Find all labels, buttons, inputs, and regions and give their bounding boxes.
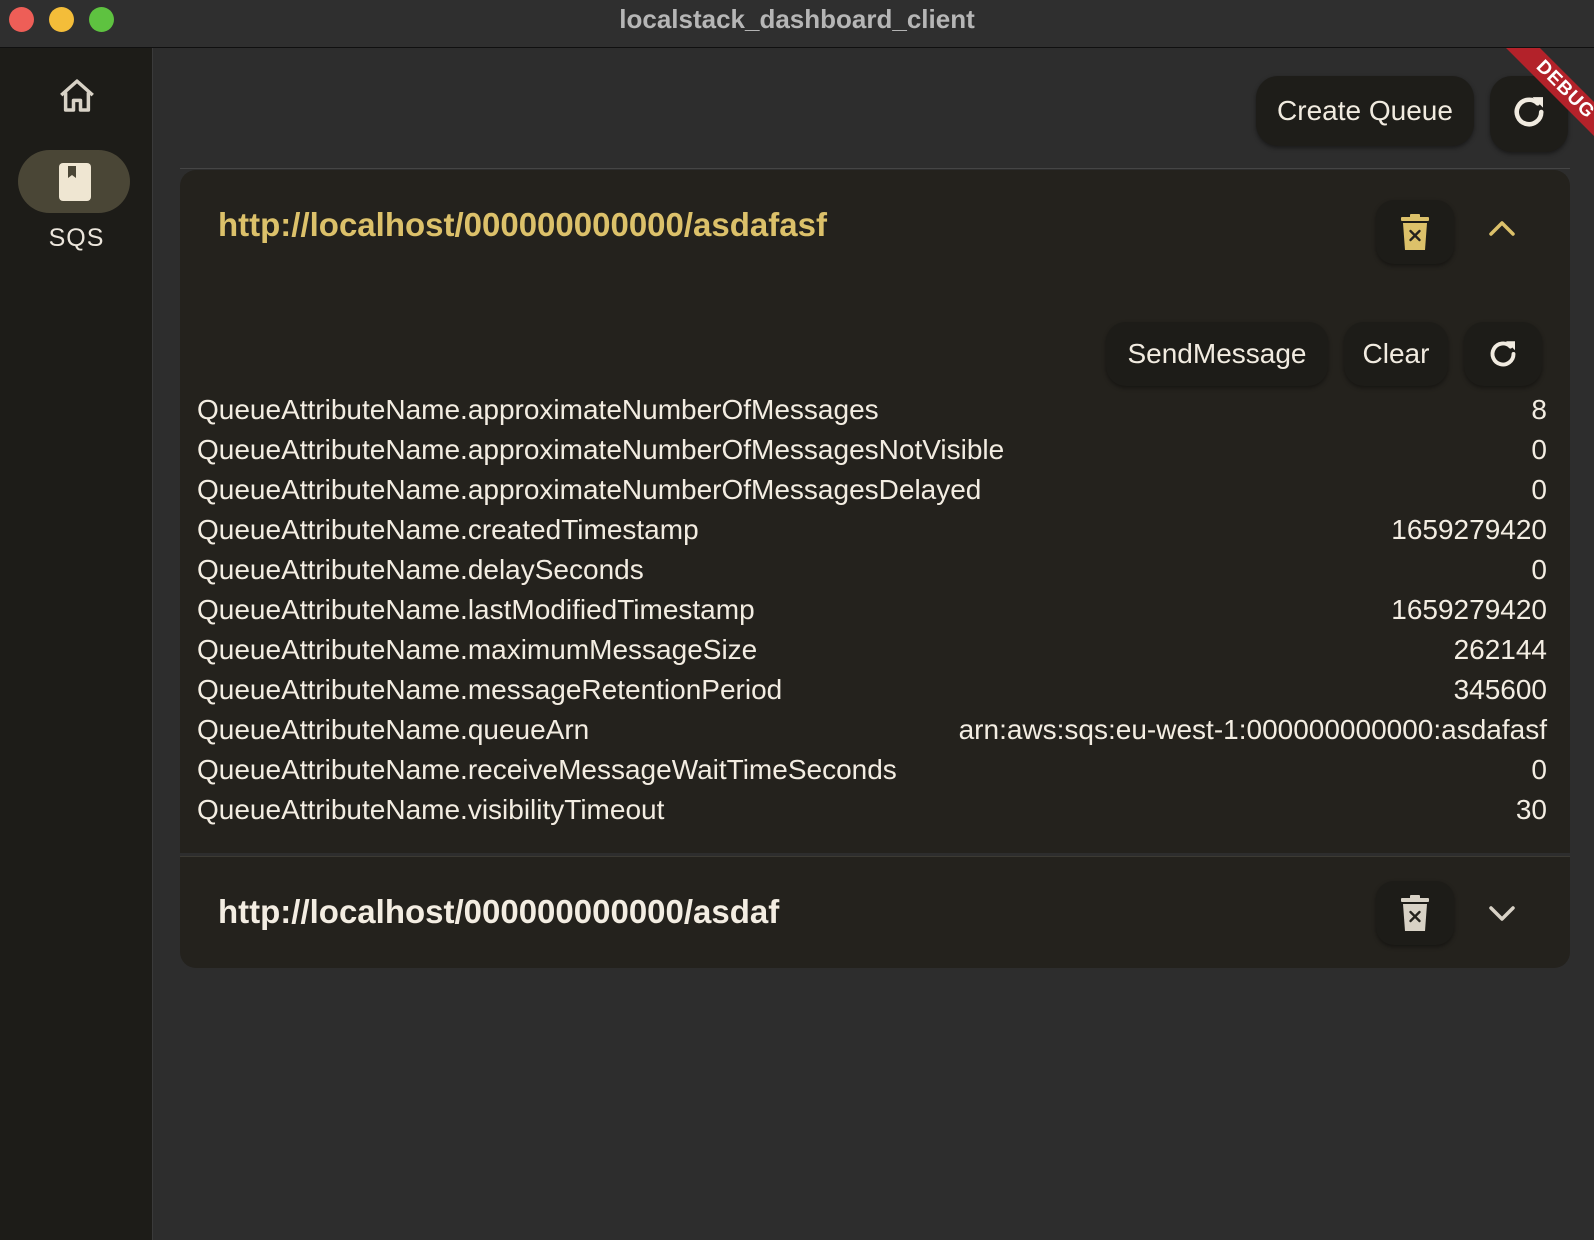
send-message-button[interactable]: SendMessage: [1106, 322, 1328, 386]
attribute-name: QueueAttributeName.createdTimestamp: [197, 514, 699, 545]
attribute-value: 1659279420: [1391, 594, 1547, 625]
attribute-row: QueueAttributeName.approximateNumberOfMe…: [197, 430, 1547, 470]
attribute-value: 1659279420: [1391, 514, 1547, 545]
attribute-row: QueueAttributeName.queueArn arn:aws:sqs:…: [197, 710, 1547, 750]
clear-queue-button[interactable]: Clear: [1344, 322, 1448, 386]
attribute-row: QueueAttributeName.visibilityTimeout 30: [197, 790, 1547, 830]
attribute-row: QueueAttributeName.delaySeconds 0: [197, 550, 1547, 590]
chevron-down-icon: [1489, 906, 1515, 921]
attribute-name: QueueAttributeName.maximumMessageSize: [197, 634, 758, 665]
attribute-row: QueueAttributeName.createdTimestamp 1659…: [197, 510, 1547, 550]
attribute-name: QueueAttributeName.receiveMessageWaitTim…: [197, 754, 897, 785]
expand-queue-button[interactable]: [1470, 881, 1534, 945]
nav-selected-indicator: [18, 150, 130, 213]
queue-attributes-list: QueueAttributeName.approximateNumberOfMe…: [197, 390, 1547, 830]
attribute-value: 262144: [1453, 634, 1547, 665]
navigation-rail: SQS: [0, 48, 153, 1240]
sqs-icon: [59, 163, 91, 201]
refresh-queues-button[interactable]: [1490, 76, 1568, 152]
attribute-value: 8: [1531, 394, 1547, 425]
create-queue-button[interactable]: Create Queue: [1256, 76, 1474, 146]
attribute-row: QueueAttributeName.maximumMessageSize 26…: [197, 630, 1547, 670]
attribute-name: QueueAttributeName.approximateNumberOfMe…: [197, 394, 879, 425]
title-bar: localstack_dashboard_client: [0, 0, 1594, 48]
attribute-row: QueueAttributeName.lastModifiedTimestamp…: [197, 590, 1547, 630]
queue-panel: http://localhost/000000000000/asdafasf S…: [180, 170, 1570, 853]
queue-panel: http://localhost/000000000000/asdaf: [180, 856, 1570, 968]
attribute-row: QueueAttributeName.messageRetentionPerio…: [197, 670, 1547, 710]
chevron-up-icon: [1489, 221, 1515, 236]
home-icon: [59, 79, 94, 112]
attribute-value: 345600: [1453, 674, 1547, 705]
attribute-name: QueueAttributeName.approximateNumberOfMe…: [197, 474, 982, 505]
attribute-name: QueueAttributeName.delaySeconds: [197, 554, 644, 585]
attribute-value: arn:aws:sqs:eu-west-1:000000000000:asdaf…: [958, 714, 1547, 745]
delete-queue-button[interactable]: [1376, 881, 1454, 945]
attribute-name: QueueAttributeName.approximateNumberOfMe…: [197, 434, 1005, 465]
attribute-row: QueueAttributeName.approximateNumberOfMe…: [197, 390, 1547, 430]
attribute-row: QueueAttributeName.approximateNumberOfMe…: [197, 470, 1547, 510]
nav-label-sqs: SQS: [48, 224, 105, 252]
queue-url[interactable]: http://localhost/000000000000/asdaf: [218, 893, 779, 931]
content-divider: [180, 168, 1570, 169]
collapse-queue-button[interactable]: [1470, 196, 1534, 260]
attribute-value: 0: [1531, 754, 1547, 785]
delete-icon: [1401, 895, 1429, 931]
attribute-value: 0: [1531, 474, 1547, 505]
attribute-value: 0: [1531, 554, 1547, 585]
delete-icon: [1401, 214, 1429, 250]
attribute-value: 30: [1515, 794, 1547, 825]
delete-queue-button[interactable]: [1376, 200, 1454, 264]
refresh-attributes-button[interactable]: [1464, 322, 1542, 386]
attribute-name: QueueAttributeName.lastModifiedTimestamp: [197, 594, 755, 625]
refresh-icon: [1514, 97, 1544, 127]
refresh-icon: [1490, 341, 1516, 367]
nav-item-sqs[interactable]: SQS: [0, 150, 153, 260]
nav-item-home[interactable]: [0, 72, 153, 120]
attribute-row: QueueAttributeName.receiveMessageWaitTim…: [197, 750, 1547, 790]
attribute-name: QueueAttributeName.visibilityTimeout: [197, 794, 665, 825]
attribute-name: QueueAttributeName.queueArn: [197, 714, 590, 745]
attribute-name: QueueAttributeName.messageRetentionPerio…: [197, 674, 783, 705]
queue-url[interactable]: http://localhost/000000000000/asdafasf: [218, 206, 827, 244]
window-title: localstack_dashboard_client: [619, 4, 975, 34]
attribute-value: 0: [1531, 434, 1547, 465]
